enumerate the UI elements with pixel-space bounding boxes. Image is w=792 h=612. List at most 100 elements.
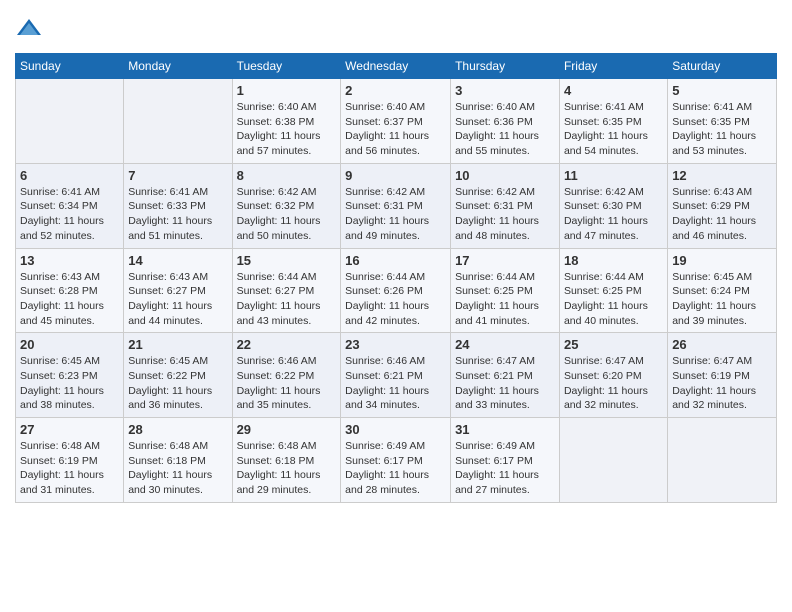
day-detail: Sunrise: 6:44 AM Sunset: 6:26 PM Dayligh… bbox=[345, 270, 446, 329]
calendar-cell: 12Sunrise: 6:43 AM Sunset: 6:29 PM Dayli… bbox=[668, 163, 777, 248]
calendar-cell: 28Sunrise: 6:48 AM Sunset: 6:18 PM Dayli… bbox=[124, 418, 232, 503]
calendar-cell: 26Sunrise: 6:47 AM Sunset: 6:19 PM Dayli… bbox=[668, 333, 777, 418]
day-detail: Sunrise: 6:42 AM Sunset: 6:31 PM Dayligh… bbox=[455, 185, 555, 244]
day-number: 19 bbox=[672, 253, 772, 268]
calendar-cell bbox=[16, 79, 124, 164]
day-header-friday: Friday bbox=[559, 54, 667, 79]
day-number: 13 bbox=[20, 253, 119, 268]
day-number: 18 bbox=[564, 253, 663, 268]
day-detail: Sunrise: 6:45 AM Sunset: 6:22 PM Dayligh… bbox=[128, 354, 227, 413]
calendar-cell: 10 Sunrise: 6:42 AM Sunset: 6:31 PM Dayli… bbox=[451, 163, 560, 248]
calendar-cell: 25 Sunrise: 6:47 AM Sunset: 6:20 PM Dayli… bbox=[559, 333, 667, 418]
day-detail: Sunrise: 6:46 AM Sunset: 6:22 PM Dayligh… bbox=[237, 354, 337, 413]
day-detail: Sunrise: 6:43 AM Sunset: 6:27 PM Dayligh… bbox=[128, 270, 227, 329]
day-detail: Sunrise: 6:48 AM Sunset: 6:18 PM Dayligh… bbox=[237, 439, 337, 498]
day-number: 7 bbox=[128, 168, 227, 183]
day-detail: Sunrise: 6:41 AM Sunset: 6:34 PM Dayligh… bbox=[20, 185, 119, 244]
calendar-cell: 11 Sunrise: 6:42 AM Sunset: 6:30 PM Dayli… bbox=[559, 163, 667, 248]
day-header-monday: Monday bbox=[124, 54, 232, 79]
day-number: 14 bbox=[128, 253, 227, 268]
day-detail: Sunrise: 6:49 AM Sunset: 6:17 PM Dayligh… bbox=[345, 439, 446, 498]
day-detail: Sunrise: 6:47 AM Sunset: 6:19 PM Dayligh… bbox=[672, 354, 772, 413]
day-number: 20 bbox=[20, 337, 119, 352]
day-number: 17 bbox=[455, 253, 555, 268]
day-number: 21 bbox=[128, 337, 227, 352]
calendar-cell bbox=[559, 418, 667, 503]
day-detail: Sunrise: 6:45 AM Sunset: 6:24 PM Dayligh… bbox=[672, 270, 772, 329]
day-detail: Sunrise: 6:42 AM Sunset: 6:32 PM Dayligh… bbox=[237, 185, 337, 244]
day-number: 12 bbox=[672, 168, 772, 183]
day-number: 23 bbox=[345, 337, 446, 352]
day-number: 29 bbox=[237, 422, 337, 437]
calendar-cell: 4 Sunrise: 6:41 AM Sunset: 6:35 PM Daylig… bbox=[559, 79, 667, 164]
calendar-cell bbox=[668, 418, 777, 503]
day-header-saturday: Saturday bbox=[668, 54, 777, 79]
day-detail: Sunrise: 6:41 AM Sunset: 6:35 PM Dayligh… bbox=[672, 100, 772, 159]
calendar-cell: 17 Sunrise: 6:44 AM Sunset: 6:25 PM Dayli… bbox=[451, 248, 560, 333]
day-number: 3 bbox=[455, 83, 555, 98]
calendar-cell: 13Sunrise: 6:43 AM Sunset: 6:28 PM Dayli… bbox=[16, 248, 124, 333]
day-detail: Sunrise: 6:47 AM Sunset: 6:20 PM Dayligh… bbox=[564, 354, 663, 413]
day-number: 22 bbox=[237, 337, 337, 352]
day-number: 5 bbox=[672, 83, 772, 98]
day-detail: Sunrise: 6:40 AM Sunset: 6:38 PM Dayligh… bbox=[237, 100, 337, 159]
calendar-cell: 5 Sunrise: 6:41 AM Sunset: 6:35 PM Daylig… bbox=[668, 79, 777, 164]
page-header bbox=[15, 15, 777, 43]
calendar-cell: 20 Sunrise: 6:45 AM Sunset: 6:23 PM Dayli… bbox=[16, 333, 124, 418]
calendar-cell: 30 Sunrise: 6:49 AM Sunset: 6:17 PM Dayli… bbox=[341, 418, 451, 503]
day-detail: Sunrise: 6:41 AM Sunset: 6:35 PM Dayligh… bbox=[564, 100, 663, 159]
day-number: 30 bbox=[345, 422, 446, 437]
calendar-week-3: 13Sunrise: 6:43 AM Sunset: 6:28 PM Dayli… bbox=[16, 248, 777, 333]
calendar-cell: 19 Sunrise: 6:45 AM Sunset: 6:24 PM Dayli… bbox=[668, 248, 777, 333]
day-header-sunday: Sunday bbox=[16, 54, 124, 79]
day-header-tuesday: Tuesday bbox=[232, 54, 341, 79]
day-detail: Sunrise: 6:45 AM Sunset: 6:23 PM Dayligh… bbox=[20, 354, 119, 413]
day-header-wednesday: Wednesday bbox=[341, 54, 451, 79]
day-number: 16 bbox=[345, 253, 446, 268]
logo bbox=[15, 15, 47, 43]
day-number: 25 bbox=[564, 337, 663, 352]
calendar-week-2: 6 Sunrise: 6:41 AM Sunset: 6:34 PM Daylig… bbox=[16, 163, 777, 248]
day-number: 6 bbox=[20, 168, 119, 183]
calendar-cell: 22 Sunrise: 6:46 AM Sunset: 6:22 PM Dayli… bbox=[232, 333, 341, 418]
day-detail: Sunrise: 6:48 AM Sunset: 6:19 PM Dayligh… bbox=[20, 439, 119, 498]
calendar-cell: 15 Sunrise: 6:44 AM Sunset: 6:27 PM Dayli… bbox=[232, 248, 341, 333]
day-number: 10 bbox=[455, 168, 555, 183]
calendar-cell: 29 Sunrise: 6:48 AM Sunset: 6:18 PM Dayli… bbox=[232, 418, 341, 503]
day-number: 11 bbox=[564, 168, 663, 183]
calendar-week-4: 20 Sunrise: 6:45 AM Sunset: 6:23 PM Dayli… bbox=[16, 333, 777, 418]
calendar-cell: 23Sunrise: 6:46 AM Sunset: 6:21 PM Dayli… bbox=[341, 333, 451, 418]
calendar-cell bbox=[124, 79, 232, 164]
day-detail: Sunrise: 6:49 AM Sunset: 6:17 PM Dayligh… bbox=[455, 439, 555, 498]
day-detail: Sunrise: 6:44 AM Sunset: 6:27 PM Dayligh… bbox=[237, 270, 337, 329]
calendar-table: SundayMondayTuesdayWednesdayThursdayFrid… bbox=[15, 53, 777, 503]
calendar-cell: 27 Sunrise: 6:48 AM Sunset: 6:19 PM Dayli… bbox=[16, 418, 124, 503]
calendar-cell: 3 Sunrise: 6:40 AM Sunset: 6:36 PM Daylig… bbox=[451, 79, 560, 164]
calendar-cell: 9Sunrise: 6:42 AM Sunset: 6:31 PM Daylig… bbox=[341, 163, 451, 248]
calendar-cell: 1 Sunrise: 6:40 AM Sunset: 6:38 PM Daylig… bbox=[232, 79, 341, 164]
day-detail: Sunrise: 6:44 AM Sunset: 6:25 PM Dayligh… bbox=[455, 270, 555, 329]
calendar-cell: 7Sunrise: 6:41 AM Sunset: 6:33 PM Daylig… bbox=[124, 163, 232, 248]
calendar-week-1: 1 Sunrise: 6:40 AM Sunset: 6:38 PM Daylig… bbox=[16, 79, 777, 164]
calendar-cell: 18 Sunrise: 6:44 AM Sunset: 6:25 PM Dayli… bbox=[559, 248, 667, 333]
day-number: 31 bbox=[455, 422, 555, 437]
calendar-cell: 2Sunrise: 6:40 AM Sunset: 6:37 PM Daylig… bbox=[341, 79, 451, 164]
day-number: 9 bbox=[345, 168, 446, 183]
calendar-cell: 31 Sunrise: 6:49 AM Sunset: 6:17 PM Dayli… bbox=[451, 418, 560, 503]
day-number: 27 bbox=[20, 422, 119, 437]
calendar-cell: 21 Sunrise: 6:45 AM Sunset: 6:22 PM Dayli… bbox=[124, 333, 232, 418]
day-number: 4 bbox=[564, 83, 663, 98]
day-detail: Sunrise: 6:42 AM Sunset: 6:30 PM Dayligh… bbox=[564, 185, 663, 244]
day-number: 28 bbox=[128, 422, 227, 437]
day-number: 1 bbox=[237, 83, 337, 98]
day-detail: Sunrise: 6:40 AM Sunset: 6:37 PM Dayligh… bbox=[345, 100, 446, 159]
calendar-cell: 24Sunrise: 6:47 AM Sunset: 6:21 PM Dayli… bbox=[451, 333, 560, 418]
day-detail: Sunrise: 6:40 AM Sunset: 6:36 PM Dayligh… bbox=[455, 100, 555, 159]
day-detail: Sunrise: 6:44 AM Sunset: 6:25 PM Dayligh… bbox=[564, 270, 663, 329]
logo-icon bbox=[15, 15, 43, 43]
calendar-header-row: SundayMondayTuesdayWednesdayThursdayFrid… bbox=[16, 54, 777, 79]
day-number: 8 bbox=[237, 168, 337, 183]
day-number: 15 bbox=[237, 253, 337, 268]
day-detail: Sunrise: 6:47 AM Sunset: 6:21 PM Dayligh… bbox=[455, 354, 555, 413]
calendar-cell: 14 Sunrise: 6:43 AM Sunset: 6:27 PM Dayli… bbox=[124, 248, 232, 333]
